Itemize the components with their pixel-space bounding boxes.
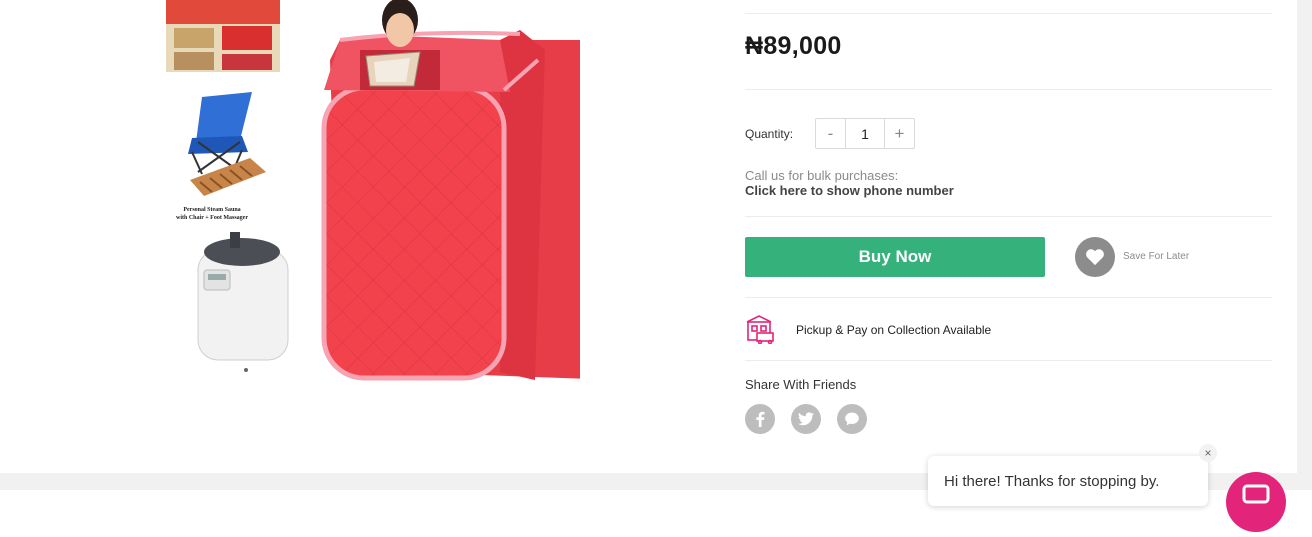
save-for-later-label[interactable]: Save For Later	[1123, 251, 1189, 262]
share-title: Share With Friends	[745, 377, 857, 392]
chat-bubble-icon	[1242, 484, 1270, 504]
product-price: ₦89,000	[745, 32, 842, 60]
chat-close-button[interactable]: ×	[1199, 444, 1217, 462]
chat-launcher-button[interactable]	[1226, 472, 1286, 532]
quantity-label: Quantity:	[745, 127, 794, 141]
person-illustration	[360, 0, 440, 90]
quantity-stepper: - 1 +	[815, 118, 915, 149]
store-pickup-icon	[746, 315, 774, 344]
share-facebook-button[interactable]	[745, 404, 775, 434]
chat-greeting-bubble[interactable]: Hi there! Thanks for stopping by.	[928, 456, 1208, 506]
share-twitter-button[interactable]	[791, 404, 821, 434]
divider	[745, 216, 1272, 217]
quantity-input[interactable]: 1	[845, 119, 885, 148]
image-caption: Personal Steam Sauna with Chair + Foot M…	[176, 207, 248, 221]
quantity-increment-button[interactable]: +	[885, 119, 914, 148]
divider	[745, 13, 1272, 14]
divider	[745, 297, 1272, 298]
heart-icon	[1086, 249, 1104, 266]
chat-greeting-text: Hi there! Thanks for stopping by.	[944, 473, 1160, 490]
product-image[interactable]: Personal Steam Sauna with Chair + Foot M…	[140, 0, 580, 405]
facebook-icon	[756, 411, 765, 427]
pickup-info-text: Pickup & Pay on Collection Available	[796, 323, 992, 337]
buy-now-button[interactable]: Buy Now	[745, 237, 1045, 277]
foot-massager-illustration	[190, 158, 266, 196]
twitter-icon	[798, 412, 814, 426]
page-gutter	[1297, 0, 1312, 490]
divider	[745, 360, 1272, 361]
save-for-later-button[interactable]	[1075, 237, 1115, 277]
box-thumbnail	[166, 0, 280, 72]
chat-icon	[845, 412, 859, 426]
share-message-button[interactable]	[837, 404, 867, 434]
steam-generator-illustration	[197, 232, 289, 372]
quantity-decrement-button[interactable]: -	[816, 119, 845, 148]
bulk-purchase-text: Call us for bulk purchases:	[745, 168, 899, 183]
show-phone-number-link[interactable]: Click here to show phone number	[745, 183, 954, 198]
divider	[745, 89, 1272, 90]
